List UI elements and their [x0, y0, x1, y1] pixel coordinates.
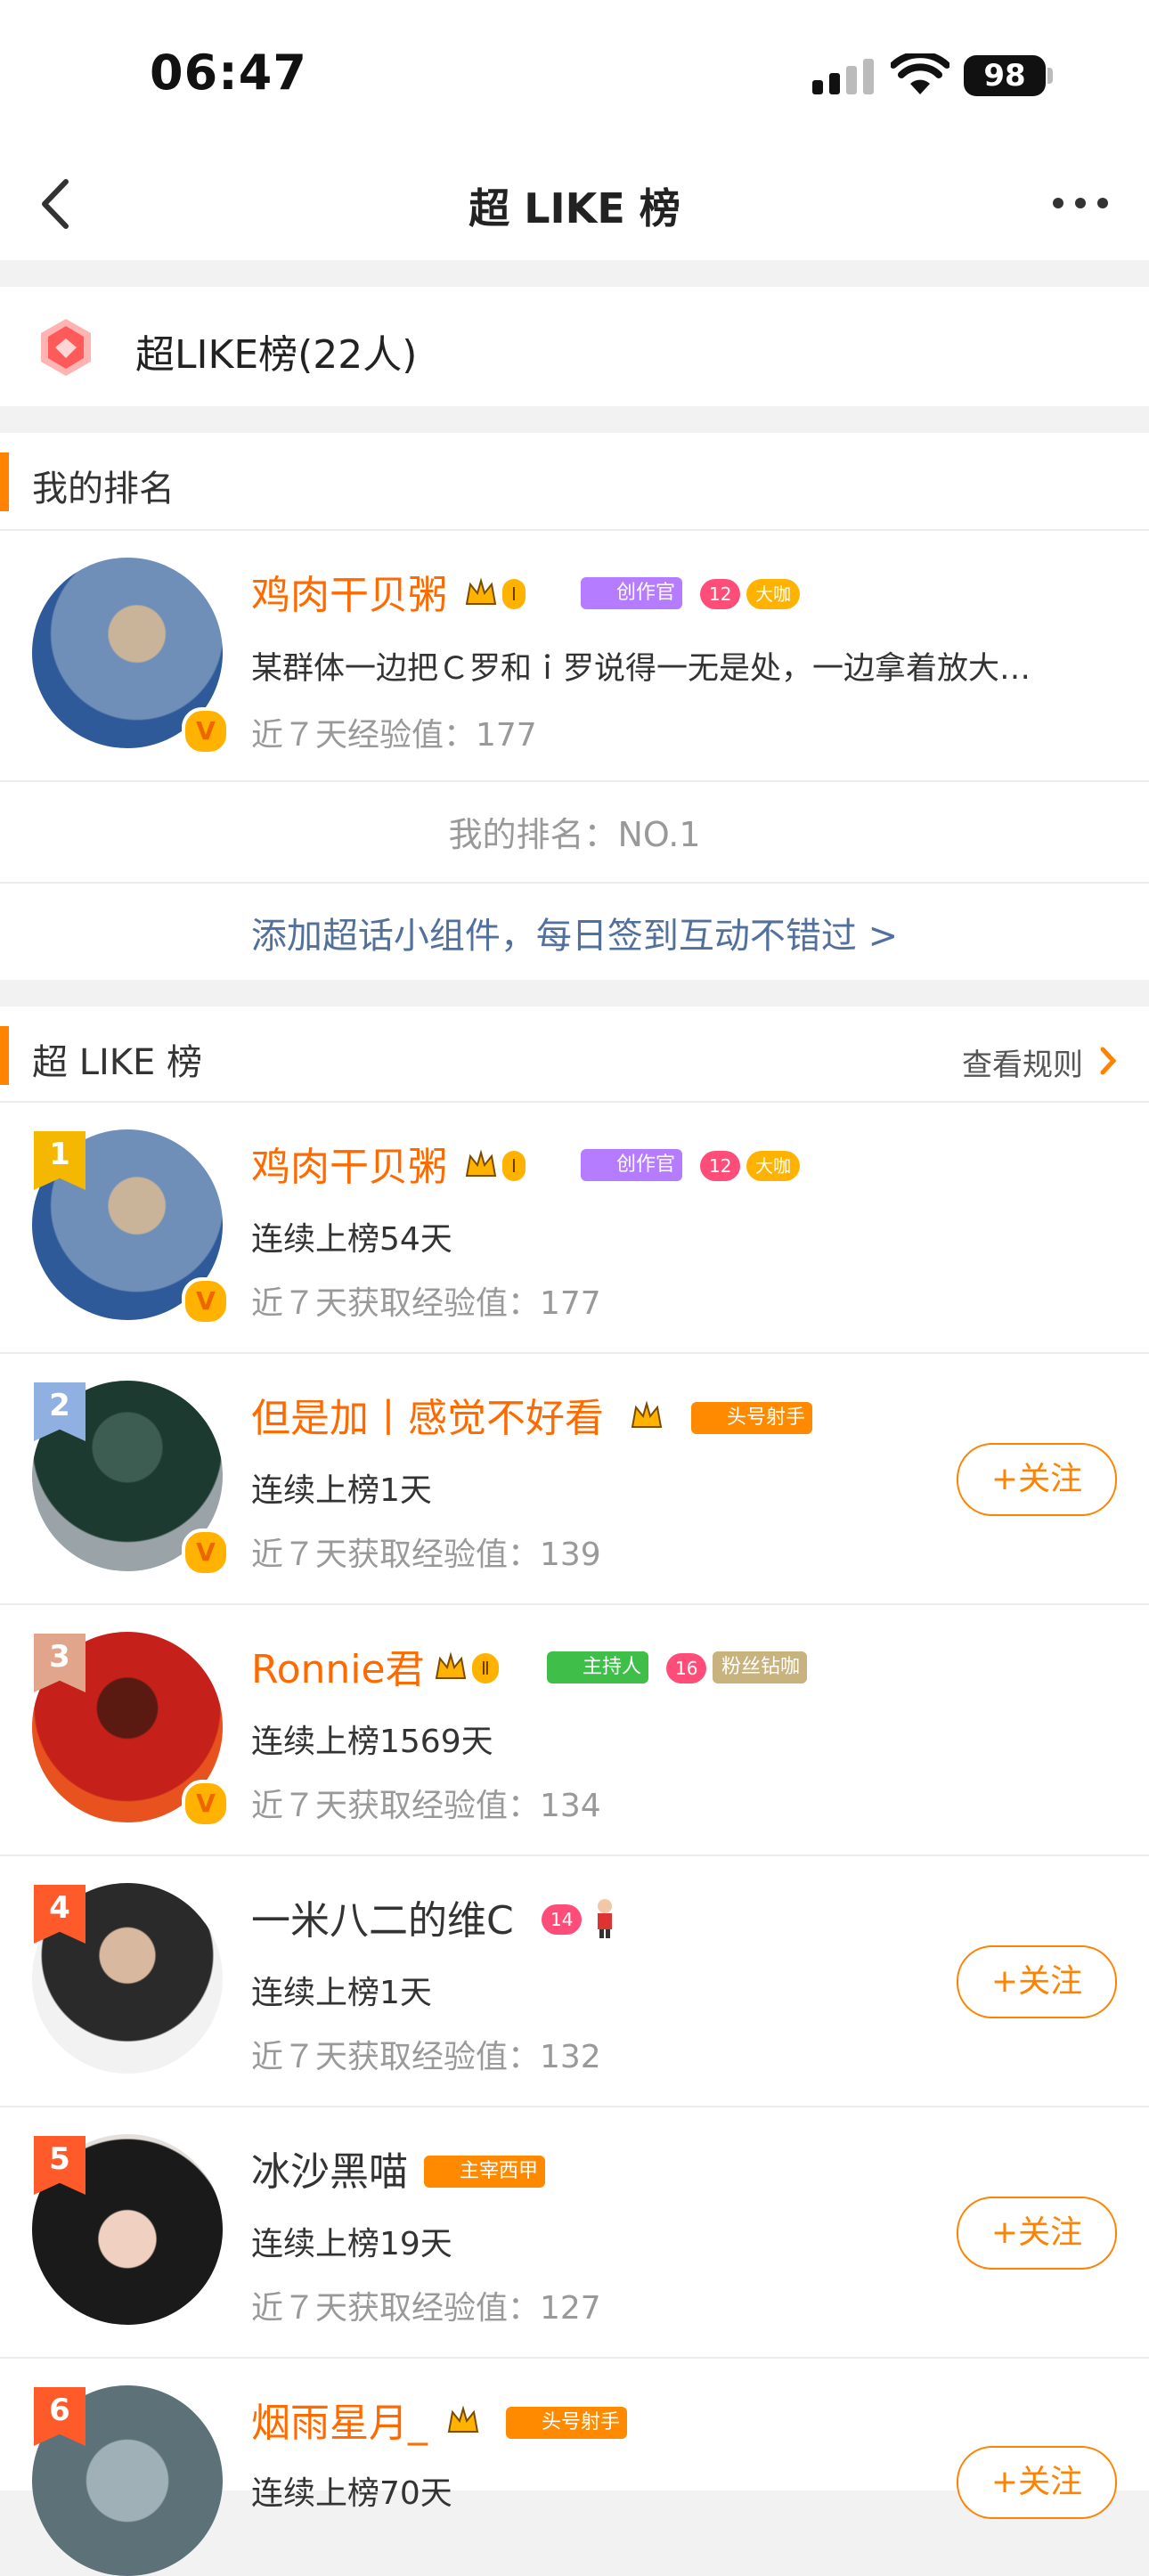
my-rank-text: 我的排名：NO.1 [448, 815, 701, 854]
crown-icon [447, 2405, 479, 2433]
follow-button[interactable]: +关注 [957, 2446, 1117, 2519]
like-gem-icon [41, 319, 91, 376]
chevron-right-icon[interactable] [1097, 1046, 1119, 1076]
divider [0, 1352, 1149, 1354]
verified-icon: V [182, 707, 230, 755]
verified-icon: V [182, 1277, 230, 1325]
verified-icon: V [182, 1780, 230, 1828]
divider [0, 2357, 1149, 2359]
divider [0, 780, 1149, 782]
wifi-icon [891, 53, 949, 94]
divider [0, 529, 1149, 531]
user-name[interactable]: 鸡肉干贝粥 [251, 563, 447, 620]
user-name[interactable]: Ronnie君 [251, 1637, 425, 1694]
gem-level-icon: 16 [666, 1653, 707, 1683]
summary-label: 超LIKE榜(22人) [135, 332, 418, 378]
view-rules-link[interactable]: 查看规则 [962, 1040, 1083, 1084]
crown-icon [465, 577, 497, 605]
divider [0, 1101, 1149, 1103]
big-badge: 大咖 [746, 1151, 800, 1181]
follow-button[interactable]: +关注 [957, 1443, 1117, 1516]
divider [0, 882, 1149, 884]
streak: 连续上榜70天 [251, 2475, 452, 2512]
exp: 近７天获取经验值：134 [251, 1788, 601, 1824]
gem-level-icon: 14 [542, 1904, 583, 1935]
latest-post: 某群体一边把Ｃ罗和ｉ罗说得一无是处，一边拿着放大… [251, 651, 1031, 687]
my-rank-title: 我的排名 [32, 469, 175, 509]
creator-badge: 创作官 [581, 1149, 683, 1181]
user-name[interactable]: 冰沙黑喵 [251, 2140, 408, 2197]
streak: 连续上榜19天 [251, 2226, 452, 2262]
divider [0, 1603, 1149, 1605]
section-accent [0, 1026, 9, 1085]
person-emoji-icon [598, 1899, 612, 1938]
streak: 连续上榜1天 [251, 1472, 432, 1509]
status-time: 06:47 [150, 45, 307, 101]
my-rank-card: 我的排名 V 鸡肉干贝粥 Ⅰ 创作官 12 大咖 某群体一边把Ｃ罗和ｉ罗说得一无… [0, 433, 1149, 980]
cellular-signal-icon [812, 59, 874, 94]
crown-icon [465, 1149, 497, 1177]
section-accent [0, 452, 9, 511]
divider [0, 2106, 1149, 2107]
user-name[interactable]: 烟雨星月_ [251, 2391, 428, 2448]
more-options-icon[interactable] [1049, 187, 1112, 214]
crown-icon [631, 1400, 663, 1428]
battery-tip [1047, 68, 1053, 84]
streak: 连续上榜1天 [251, 1975, 432, 2011]
gem-level-icon: 12 [700, 1151, 741, 1181]
follow-button[interactable]: +关注 [957, 2197, 1117, 2270]
level-badge-icon: Ⅰ [502, 579, 526, 609]
level-badge-icon: Ⅱ [472, 1653, 499, 1683]
exp: 近７天获取经验值：139 [251, 1537, 601, 1573]
big-badge: 大咖 [746, 579, 800, 609]
level-badge-icon: Ⅰ [502, 1151, 526, 1181]
status-bar: 06:47 98 [0, 0, 1149, 151]
streak: 连续上榜54天 [251, 1221, 452, 1258]
leaderboard-title: 超 LIKE 榜 [32, 1042, 203, 1083]
verified-icon: V [182, 1528, 230, 1577]
shooter-badge: 头号射手 [506, 2407, 628, 2439]
shooter-badge: 头号射手 [691, 1402, 813, 1434]
summary-row[interactable]: 超LIKE榜(22人) [0, 287, 1149, 406]
exp: 近７天获取经验值：177 [251, 1285, 601, 1322]
battery-indicator: 98 [964, 55, 1046, 96]
creator-badge: 创作官 [581, 577, 683, 609]
user-exp: 近７天经验值：177 [251, 717, 537, 754]
host-badge: 主持人 [547, 1651, 649, 1683]
user-name[interactable]: 但是加丨感觉不好看 [251, 1386, 604, 1443]
exp: 近７天获取经验值：132 [251, 2039, 601, 2075]
zaixiang-badge: 主宰西甲 [424, 2156, 546, 2188]
gem-level-icon: 12 [700, 579, 741, 609]
user-name[interactable]: 鸡肉干贝粥 [251, 1135, 447, 1192]
crown-icon [435, 1651, 467, 1679]
leaderboard-card: 超 LIKE 榜 查看规则 1 V 鸡肉干贝粥 Ⅰ 创作官 12 大咖 连续上榜… [0, 1007, 1149, 2576]
divider [0, 1855, 1149, 1856]
user-name[interactable]: 一米八二的维C [251, 1888, 514, 1945]
exp: 近７天获取经验值：127 [251, 2290, 601, 2327]
fan-diamond-badge: 粉丝钻咖 [713, 1651, 808, 1683]
follow-button[interactable]: +关注 [957, 1945, 1117, 2018]
add-widget-link[interactable]: 添加超话小组件，每日签到互动不错过 > [0, 907, 1149, 958]
streak: 连续上榜1569天 [251, 1724, 493, 1760]
page-title: 超 LIKE 榜 [469, 184, 680, 232]
nav-bar: 超 LIKE 榜 [0, 151, 1149, 260]
